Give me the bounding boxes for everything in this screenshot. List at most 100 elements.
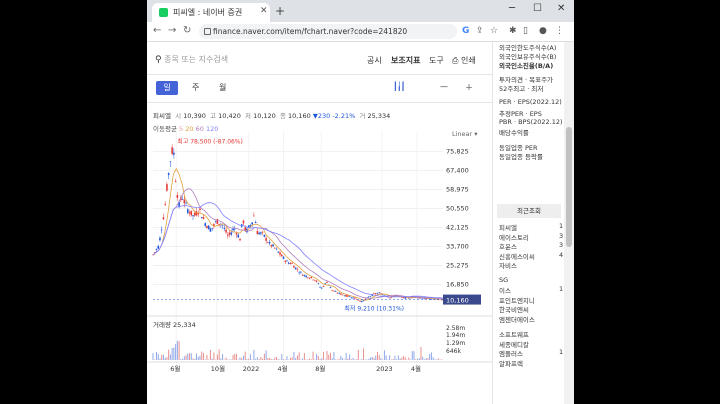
candle-body [310, 276, 313, 278]
y-tick-label: 42,125 [446, 223, 469, 231]
candle-body [268, 242, 271, 244]
recent-item[interactable]: 알파프렉 [499, 358, 523, 368]
volume-bar [274, 357, 276, 360]
volume-bar [159, 358, 161, 360]
candle-body [420, 297, 422, 299]
volume-tick-label: 2.58m [446, 325, 465, 332]
candle-body [235, 232, 238, 235]
candle-body [174, 181, 177, 182]
recent-item[interactable]: 엠젠더에이스 [499, 314, 535, 324]
recent-item[interactable]: 피씨엘 [499, 222, 517, 232]
volume-bar [262, 358, 264, 360]
volume-tick-label: 1.29m [446, 340, 465, 347]
candle-body [206, 226, 208, 228]
scrollbar-thumb[interactable] [566, 127, 572, 247]
candle-body [254, 221, 257, 224]
candle-body [275, 248, 278, 250]
volume-bar [269, 357, 271, 360]
candle-body [287, 262, 290, 264]
volume-bar [425, 358, 427, 360]
back-icon[interactable]: ← [153, 25, 161, 36]
forward-icon[interactable]: → [168, 25, 176, 36]
recent-item[interactable]: SG [499, 276, 508, 284]
volume-bar [383, 350, 385, 360]
reload-icon[interactable]: ↻ [183, 25, 191, 36]
volume-bar [256, 357, 258, 360]
volume-bar [376, 351, 378, 360]
volume-bar [427, 358, 429, 360]
share-icon[interactable]: ⇪ [476, 26, 484, 36]
volume-bar [359, 359, 361, 360]
volume-bar [328, 354, 330, 360]
volume-bar [321, 358, 323, 360]
candle-body [423, 298, 426, 300]
minimize-icon[interactable]: ─ [509, 3, 515, 14]
volume-bar [303, 352, 305, 360]
volume-bar [410, 359, 412, 360]
y-tick-label: 58,975 [446, 185, 469, 193]
volume-bar [336, 359, 338, 360]
volume-bar [314, 359, 316, 360]
volume-bar [239, 357, 241, 360]
candle-body [253, 215, 255, 217]
recent-item[interactable]: 에이스토리 [499, 232, 529, 242]
google-icon[interactable]: G [462, 26, 469, 36]
side-info-item: 52주최고 · 최저 [499, 85, 544, 93]
volume-bar [307, 359, 309, 360]
price-chart[interactable]: 75,825 67,400 58,975 50,550 42,125 33,700 25,2… [147, 42, 492, 404]
moving-average-line [152, 188, 444, 300]
close-window-icon[interactable]: ✕ [557, 3, 565, 14]
volume-bar [300, 359, 302, 360]
volume-bar [201, 351, 203, 360]
candle-body [251, 222, 253, 225]
candle-body [171, 147, 173, 154]
close-tab-icon[interactable]: ✕ [260, 6, 268, 16]
candle-body [294, 267, 297, 270]
browser-tab[interactable]: 피씨엘 : 네이버 증권 ✕ [152, 3, 270, 22]
sidepanel-icon[interactable]: ▯ [523, 26, 528, 36]
recent-item[interactable]: 소프트웨프 [499, 329, 529, 339]
recent-item[interactable]: 이스 [499, 285, 511, 295]
recent-item[interactable]: 세종메디칼 [499, 339, 529, 349]
address-bar: ← → ↻ finance.naver.com/item/fchart.nave… [147, 22, 574, 42]
recent-count: 4 [559, 250, 564, 259]
volume-bar [178, 341, 180, 360]
recent-item[interactable]: 호윤스 [499, 241, 517, 251]
volume-bar [283, 359, 284, 360]
recent-item[interactable]: 엠플러스 [499, 348, 523, 358]
volume-bar [277, 359, 279, 360]
volume-bar [364, 359, 366, 360]
maximize-icon[interactable]: ☐ [533, 3, 542, 14]
extensions-icon[interactable]: ✱ [509, 26, 517, 36]
volume-bar [378, 355, 380, 360]
volume-bar [298, 352, 300, 360]
recent-item[interactable]: 포인트엔지니 [499, 295, 535, 305]
volume-bar [161, 354, 163, 360]
volume-bar [225, 357, 227, 360]
volume-bar [263, 353, 265, 360]
volume-bar [276, 356, 278, 360]
candle-body [225, 229, 227, 233]
new-tab-button[interactable]: + [275, 4, 285, 18]
recent-item[interactable]: 자비스 [499, 260, 517, 270]
volume-bar [246, 359, 248, 360]
profile-avatar[interactable]: ● [539, 26, 547, 36]
scrollbar[interactable] [564, 42, 574, 404]
candle-body [378, 292, 380, 294]
bookmark-star-icon[interactable]: ☆ [490, 26, 498, 36]
volume-bar [310, 359, 312, 360]
candle-body [340, 293, 342, 295]
url-field[interactable]: finance.naver.com/item/fchart.naver?code… [199, 24, 457, 39]
volume-bar [396, 359, 398, 360]
recent-item[interactable]: 신흥에스이씨 [499, 251, 535, 261]
candle-body [293, 265, 295, 268]
volume-bar [368, 358, 370, 360]
recent-item[interactable]: 한국비엔씨 [499, 304, 529, 314]
menu-icon[interactable]: ⋮ [555, 26, 564, 36]
volume-bar [152, 353, 154, 360]
candle-body [298, 272, 300, 274]
candle-body [326, 282, 328, 283]
candle-body [242, 220, 245, 224]
volume-bar [173, 347, 175, 360]
volume-bar [380, 357, 382, 360]
